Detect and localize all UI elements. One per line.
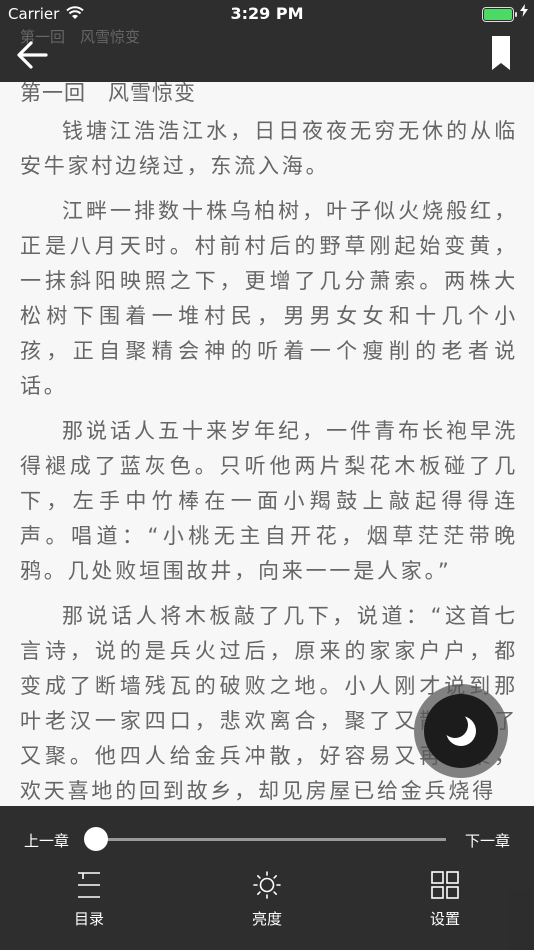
night-mode-button-inner <box>424 694 498 768</box>
status-bar: Carrier 3:29 PM <box>0 0 534 28</box>
chapter-progress-track[interactable] <box>96 838 446 841</box>
settings-label: 设置 <box>429 910 460 928</box>
charging-icon <box>520 4 528 21</box>
prev-chapter-button[interactable]: 上一章 <box>24 830 69 851</box>
settings-grid-icon <box>431 871 459 899</box>
battery-level <box>484 9 512 20</box>
night-mode-button[interactable] <box>414 684 508 778</box>
moon-icon <box>442 712 476 746</box>
settings-button[interactable]: 设置 <box>400 870 490 929</box>
paragraph: 钱塘江浩浩江水，日日夜夜无穷无休的从临安牛家村边绕过，东流入海。 <box>20 119 518 178</box>
menu-list-icon <box>78 872 100 898</box>
bottom-toolbar: 上一章 下一章 目录 亮度 设置 <box>0 806 534 950</box>
chapter-progress-thumb[interactable] <box>84 827 108 851</box>
back-arrow-icon[interactable] <box>16 40 50 70</box>
bookmark-icon[interactable] <box>492 36 510 70</box>
battery-icon <box>482 7 517 22</box>
status-time: 3:29 PM <box>230 4 304 23</box>
paragraph: 那说话人五十来岁年纪，一件青布长袍早洗得褪成了蓝灰色。只听他两片梨花木板碰了几下… <box>20 419 518 583</box>
catalog-label: 目录 <box>73 910 104 928</box>
catalog-button[interactable]: 目录 <box>44 870 134 929</box>
paragraph: 江畔一排数十株乌柏树，叶子似火烧般红，正是八月天时。村前村后的野草刚起始变黄，一… <box>20 199 518 398</box>
battery-tip <box>515 12 517 17</box>
brightness-label: 亮度 <box>251 910 282 928</box>
brightness-icon <box>253 871 281 899</box>
next-chapter-button[interactable]: 下一章 <box>465 830 510 851</box>
top-bar: Carrier 3:29 PM 第一回 风雪惊变 <box>0 0 534 82</box>
brightness-button[interactable]: 亮度 <box>222 870 312 929</box>
